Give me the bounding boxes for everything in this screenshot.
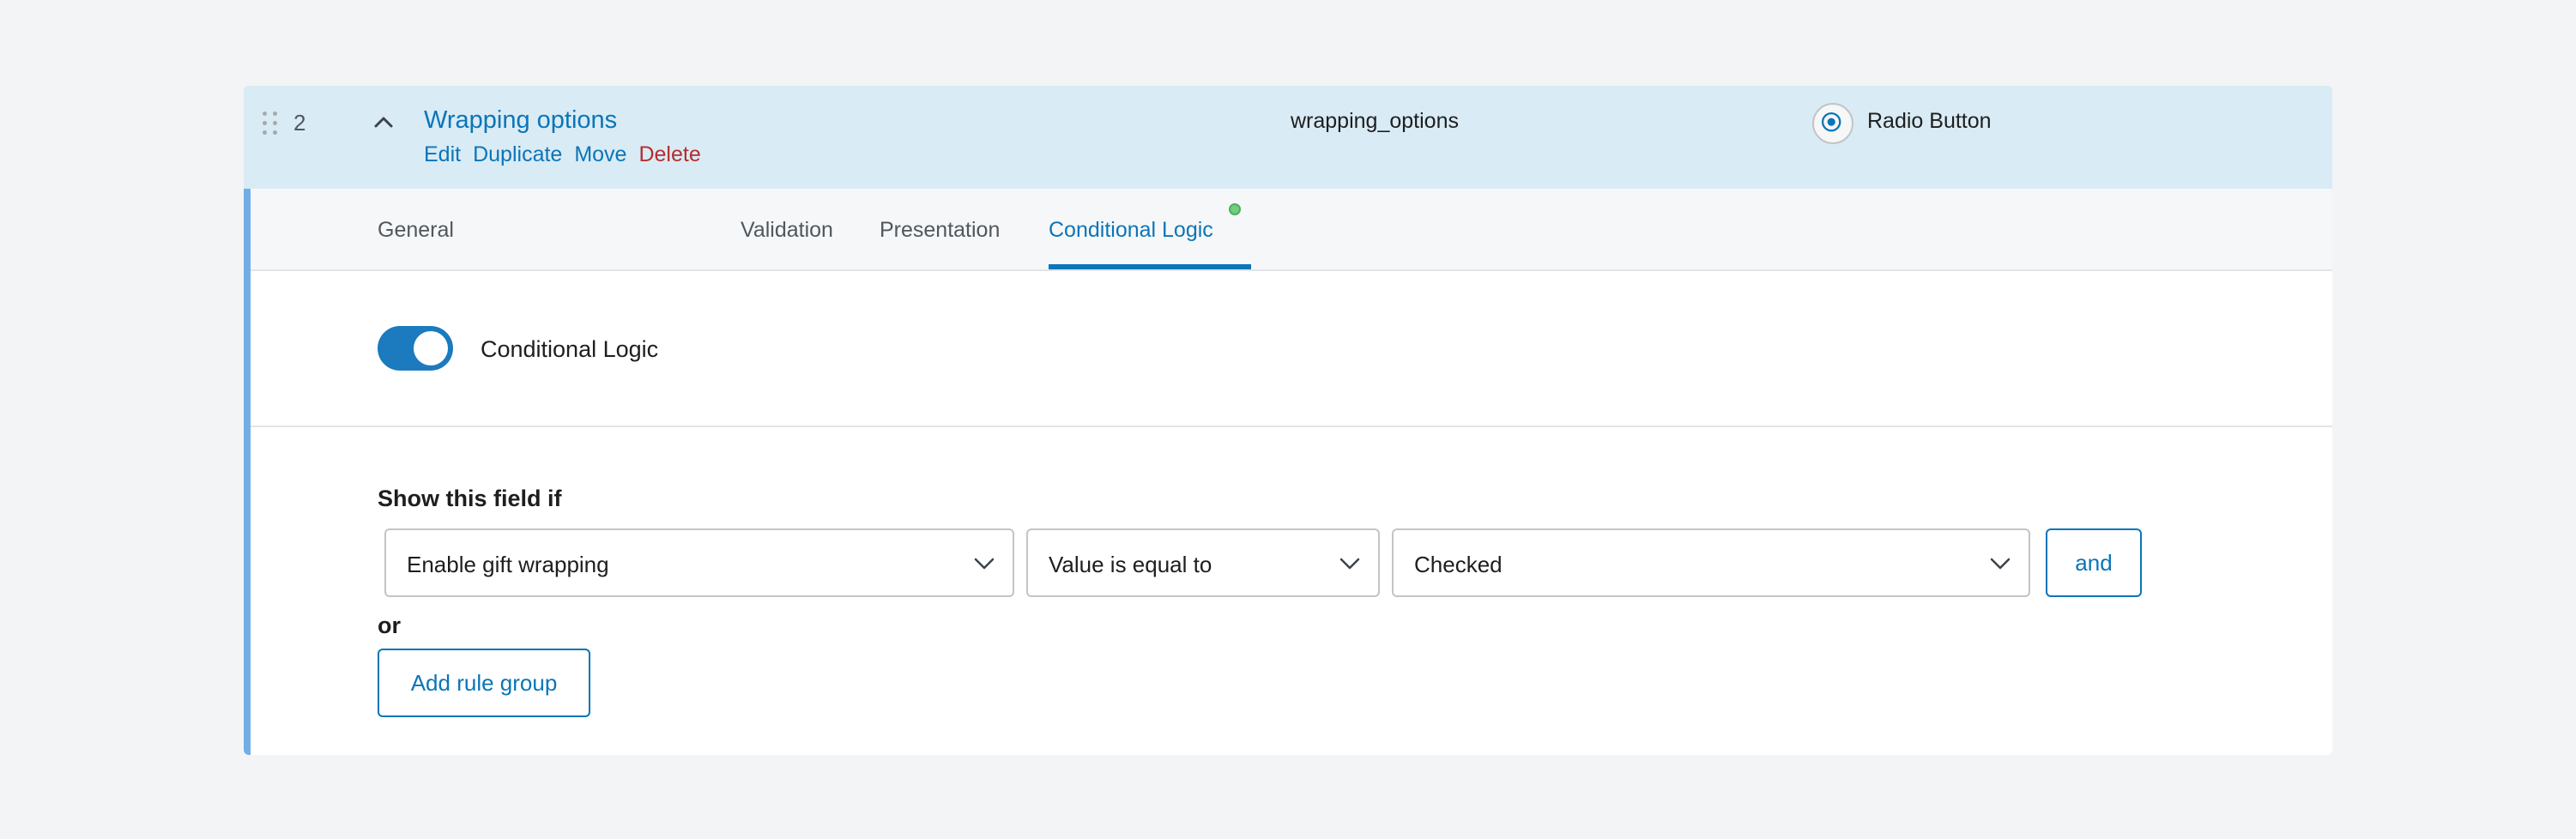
tab-conditional-logic[interactable]: Conditional Logic: [1049, 218, 1213, 243]
chevron-down-icon: [974, 558, 995, 570]
field-card: 2 Wrapping options Edit Duplicate Move D…: [244, 86, 2332, 755]
tab-validation[interactable]: Validation: [741, 218, 833, 243]
conditional-logic-toggle[interactable]: [378, 326, 453, 371]
duplicate-link[interactable]: Duplicate: [473, 142, 562, 167]
tab-general[interactable]: General: [378, 218, 454, 243]
delete-link[interactable]: Delete: [638, 142, 700, 167]
rule-group-label: Show this field if: [378, 486, 562, 511]
drag-handle-icon[interactable]: [263, 112, 278, 136]
and-button[interactable]: and: [2046, 528, 2142, 597]
field-name: wrapping_options: [1291, 109, 1459, 133]
tab-presentation[interactable]: Presentation: [880, 218, 1000, 243]
rule-operator-select[interactable]: Value is equal to: [1026, 528, 1380, 597]
rule-field-value: Enable gift wrapping: [407, 552, 609, 577]
conditional-logic-status-dot: [1229, 203, 1241, 215]
rule-value-value: Checked: [1414, 552, 1503, 577]
field-label-link[interactable]: Wrapping options: [424, 106, 617, 135]
rule-value-select[interactable]: Checked: [1392, 528, 2030, 597]
toggle-section: Conditional Logic: [251, 271, 2332, 427]
chevron-up-icon[interactable]: [369, 108, 398, 137]
field-order: 2: [293, 110, 306, 136]
row-actions: Edit Duplicate Move Delete: [424, 142, 701, 167]
toggle-knob: [414, 331, 448, 365]
field-header[interactable]: 2 Wrapping options Edit Duplicate Move D…: [244, 86, 2332, 189]
edit-link[interactable]: Edit: [424, 142, 461, 167]
active-tab-underline: [1049, 264, 1251, 269]
move-link[interactable]: Move: [574, 142, 626, 167]
rule-operator-value: Value is equal to: [1049, 552, 1212, 577]
tabs-bar: General Validation Presentation Conditio…: [251, 189, 2332, 271]
radio-button-icon: [1812, 103, 1853, 144]
chevron-down-icon: [1339, 558, 1360, 570]
or-label: or: [378, 613, 401, 638]
rule-field-select[interactable]: Enable gift wrapping: [384, 528, 1014, 597]
left-accent-bar: [244, 189, 251, 755]
field-type-label: Radio Button: [1867, 109, 1992, 133]
toggle-label: Conditional Logic: [481, 336, 659, 362]
chevron-down-icon: [1990, 558, 2011, 570]
add-rule-group-button[interactable]: Add rule group: [378, 649, 590, 717]
